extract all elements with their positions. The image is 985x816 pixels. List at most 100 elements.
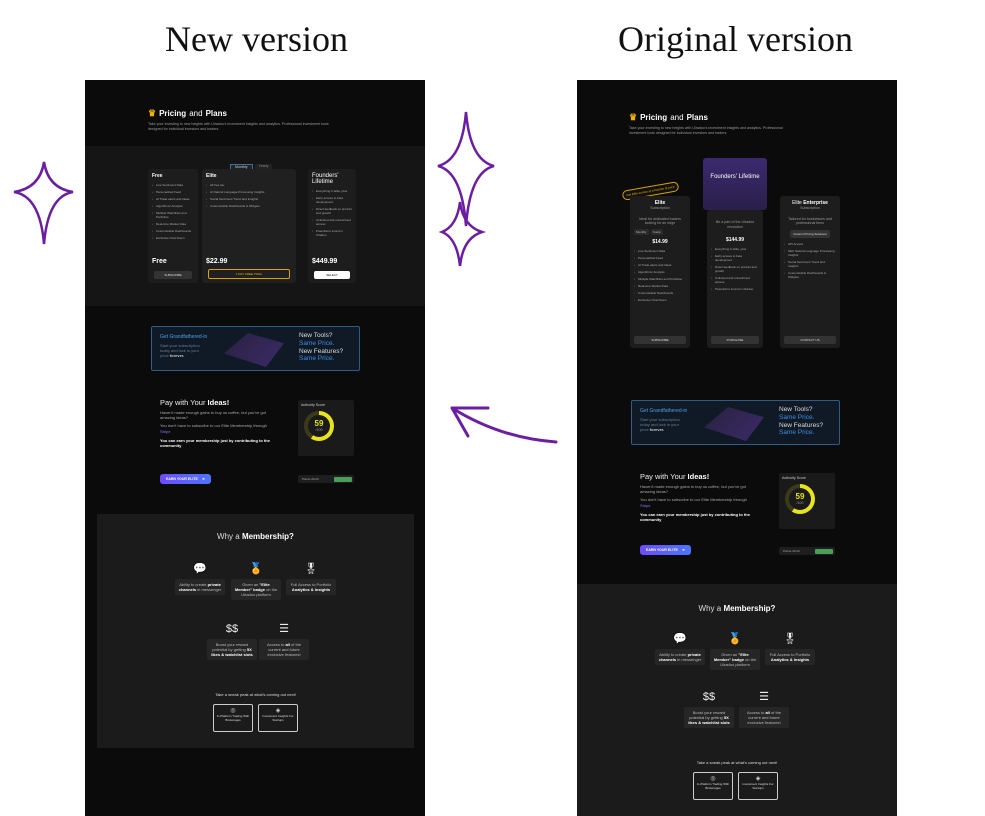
plan-card-free: Free Live Sentiment DataPersonalized Fee… bbox=[148, 169, 198, 283]
authority-score-label: Authority Score bbox=[301, 403, 325, 407]
page-subtitle: Take your investing to new heights with … bbox=[629, 126, 783, 135]
plan-price: $22.99 bbox=[206, 258, 228, 265]
plan-card-founders: Founders' Lifetime Everything in Elite, … bbox=[308, 169, 356, 283]
feature-list: API AccessSEC Natural Language Processin… bbox=[784, 242, 836, 279]
points-bar: Points 20.23 bbox=[298, 475, 354, 483]
original-version-panel: ♛ Pricing and Plans Take your investing to … bbox=[577, 80, 897, 816]
new-version-panel: ♛ Pricing and Plans Take your investing to … bbox=[85, 80, 425, 816]
pay-desc-2: You don't have to subscribe to our Elite… bbox=[160, 423, 267, 434]
sparkle-left bbox=[13, 161, 74, 245]
grandfathered-desc: Start your subscription today and lock in… bbox=[160, 343, 200, 358]
plan-price: $449.99 bbox=[312, 258, 338, 265]
list-icon: ☰ bbox=[279, 623, 289, 635]
billing-tabs[interactable]: Monthly Yearly bbox=[634, 229, 686, 236]
pricing-header: ♛ Pricing and Plans Take your investing to … bbox=[629, 112, 897, 135]
plan-card-elite: Elite All free tierAI Natural Language P… bbox=[202, 169, 296, 283]
pay-desc-1: Haven't made enough gains to buy us coff… bbox=[160, 410, 266, 421]
benefit-exclusive: ☰ Access to all of the current and future… bbox=[739, 692, 789, 728]
benefit-private-channels: 💬 Ability to create private channels in m… bbox=[175, 564, 225, 595]
plan-name: Founders' Lifetime bbox=[312, 173, 339, 185]
feature-list: Everything in Elite, plusEarly access to… bbox=[312, 189, 352, 237]
sparkle-right-large bbox=[437, 111, 495, 227]
isometric-illustration bbox=[704, 407, 764, 441]
pay-title: Pay with Your Ideas! bbox=[160, 398, 230, 407]
badge-icon: 🏅 bbox=[728, 633, 742, 645]
earn-elite-button[interactable]: EARN YOUR ELITE ➔ bbox=[160, 474, 211, 484]
isometric-illustration bbox=[224, 333, 284, 367]
plan-card-enterprise: Elite Enterprise Subscription Tailored f… bbox=[780, 196, 840, 348]
why-title: Why a Membership? bbox=[217, 532, 294, 541]
score-ring: 59/100 bbox=[785, 484, 815, 514]
crown-icon: ♛ bbox=[148, 108, 157, 118]
plan-price: Free bbox=[152, 258, 167, 265]
feature-list: Live Sentiment DataPersonalized FeedAI T… bbox=[152, 183, 194, 240]
benefit-elite-badge: 🏅 Given an "Elite Member" badge on the Ul… bbox=[710, 634, 760, 670]
benefit-likes: $$ Boost your reward potential by getting… bbox=[207, 624, 257, 660]
custom-pricing-button[interactable]: Custom Pricing Solutions bbox=[790, 230, 830, 239]
arrow-right-icon: ➔ bbox=[681, 548, 685, 552]
why-membership-section: Why a Membership? 💬 Ability to create pri… bbox=[577, 584, 897, 816]
pay-title: Pay with Your Ideas! bbox=[640, 472, 710, 481]
founders-name: Founders' Lifetime bbox=[710, 174, 760, 180]
grandfathered-banner: Get Grandfathered-in Start your subscrip… bbox=[151, 326, 360, 371]
grandfathered-slogan: New Tools? Same Price. New Features? Same P… bbox=[299, 332, 344, 363]
redeem-button[interactable] bbox=[815, 548, 833, 554]
plans-band: Monthly Yearly Free Live Sentiment DataP… bbox=[85, 146, 425, 306]
benefit-exclusive: ☰ Access to all of the current and future… bbox=[259, 624, 309, 660]
plan-card-founders: Be a part of the Ulradoo revolution $144… bbox=[707, 210, 763, 348]
crown-icon: ♛ bbox=[629, 112, 638, 122]
feature-list: All free tierAI Natural Language Process… bbox=[206, 183, 292, 208]
earn-elite-button[interactable]: EARN YOUR ELITE ➔ bbox=[640, 545, 691, 555]
authority-score-card: Authority Score 59/100 bbox=[779, 473, 835, 529]
benefit-analytics: 🎖 Full Access to Portfolio Analytics & In… bbox=[765, 634, 815, 665]
score-value: 59 bbox=[314, 419, 324, 429]
page-subtitle: Take your investing to new heights with … bbox=[148, 122, 329, 131]
medal-icon: 🎖 bbox=[304, 563, 318, 575]
redeem-button[interactable] bbox=[334, 476, 352, 482]
free-trial-button[interactable]: 7-DAY FREE TRIAL bbox=[208, 269, 290, 279]
stripe-link[interactable]: Stripe bbox=[160, 429, 170, 434]
plan-card-elite: Elite Subscription Ideal for dedicated t… bbox=[630, 196, 690, 348]
arrow-right-icon: ➔ bbox=[201, 477, 205, 481]
pricing-header: ♛ Pricing and Plans Take your investing to … bbox=[148, 108, 425, 131]
medal-icon: 🎖 bbox=[783, 633, 797, 645]
chat-icon: 💬 bbox=[193, 563, 207, 575]
badge-icon: 🏅 bbox=[249, 563, 263, 575]
grandfathered-title: Get Grandfathered-in bbox=[160, 334, 208, 340]
upcoming-trading[interactable]: ◎ In-Platform Trading With Brokerages bbox=[213, 704, 253, 732]
grandfathered-slogan: New Tools? Same Price. New Features? Same P… bbox=[779, 406, 824, 437]
dollar-icon: $$ bbox=[225, 623, 239, 635]
list-icon: ☰ bbox=[759, 691, 769, 703]
plan-price: $14.99 bbox=[652, 239, 668, 246]
benefit-analytics: 🎖 Full Access to Portfolio Analytics & In… bbox=[286, 564, 336, 595]
benefit-elite-badge: 🏅 Given an "Elite Member" badge on the Ul… bbox=[231, 564, 281, 600]
pay-with-ideas: Pay with Your Ideas! Haven't made enough… bbox=[640, 472, 750, 522]
feature-list: Everything in Elite, plusEarly access to… bbox=[711, 247, 759, 291]
contact-us-button[interactable]: CONTACT US bbox=[784, 336, 836, 344]
page-title: ♛ Pricing and Plans bbox=[629, 112, 708, 122]
select-button[interactable]: SELECT bbox=[314, 271, 350, 279]
upcoming-startups[interactable]: ◈ Investment Insights For Startups bbox=[738, 772, 778, 800]
benefit-likes: $$ Boost your reward potential by getting… bbox=[684, 692, 734, 728]
benefit-private-channels: 💬 Ability to create private channels in m… bbox=[655, 634, 705, 665]
plan-name: Free bbox=[152, 173, 163, 179]
upcoming-trading[interactable]: ◎ In-Platform Trading With Brokerages bbox=[693, 772, 733, 800]
authority-score-card: Authority Score 59/100 bbox=[298, 400, 354, 456]
founders-card-header: Founders' Lifetime bbox=[703, 158, 767, 210]
why-membership-section: Why a Membership? 💬 Ability to create pri… bbox=[97, 514, 414, 748]
subscribe-button[interactable]: SUBSCRIBE bbox=[154, 271, 192, 279]
score-ring: 59/100 bbox=[304, 411, 334, 441]
feature-list: Live Sentiment DataPersonalized FeedAI T… bbox=[634, 249, 686, 302]
grandfathered-desc: Start your subscription today and lock in… bbox=[640, 417, 680, 432]
dollar-icon: $$ bbox=[702, 691, 716, 703]
arrow bbox=[450, 406, 558, 444]
pay-with-ideas: Pay with Your Ideas! Haven't made enough… bbox=[160, 398, 272, 448]
stripe-link[interactable]: Stripe bbox=[640, 503, 650, 508]
sparkle-right-small bbox=[438, 201, 487, 267]
pay-bold-note: You can earn your membership just by con… bbox=[160, 437, 270, 448]
upcoming-startups[interactable]: ◈ Investment Insights For Startups bbox=[258, 704, 298, 732]
grandfathered-title: Get Grandfathered-in bbox=[640, 408, 688, 414]
purchase-button[interactable]: PURCHASE bbox=[711, 336, 759, 344]
subscribe-button[interactable]: SUBSCRIBE bbox=[634, 336, 686, 344]
chat-icon: 💬 bbox=[673, 633, 687, 645]
